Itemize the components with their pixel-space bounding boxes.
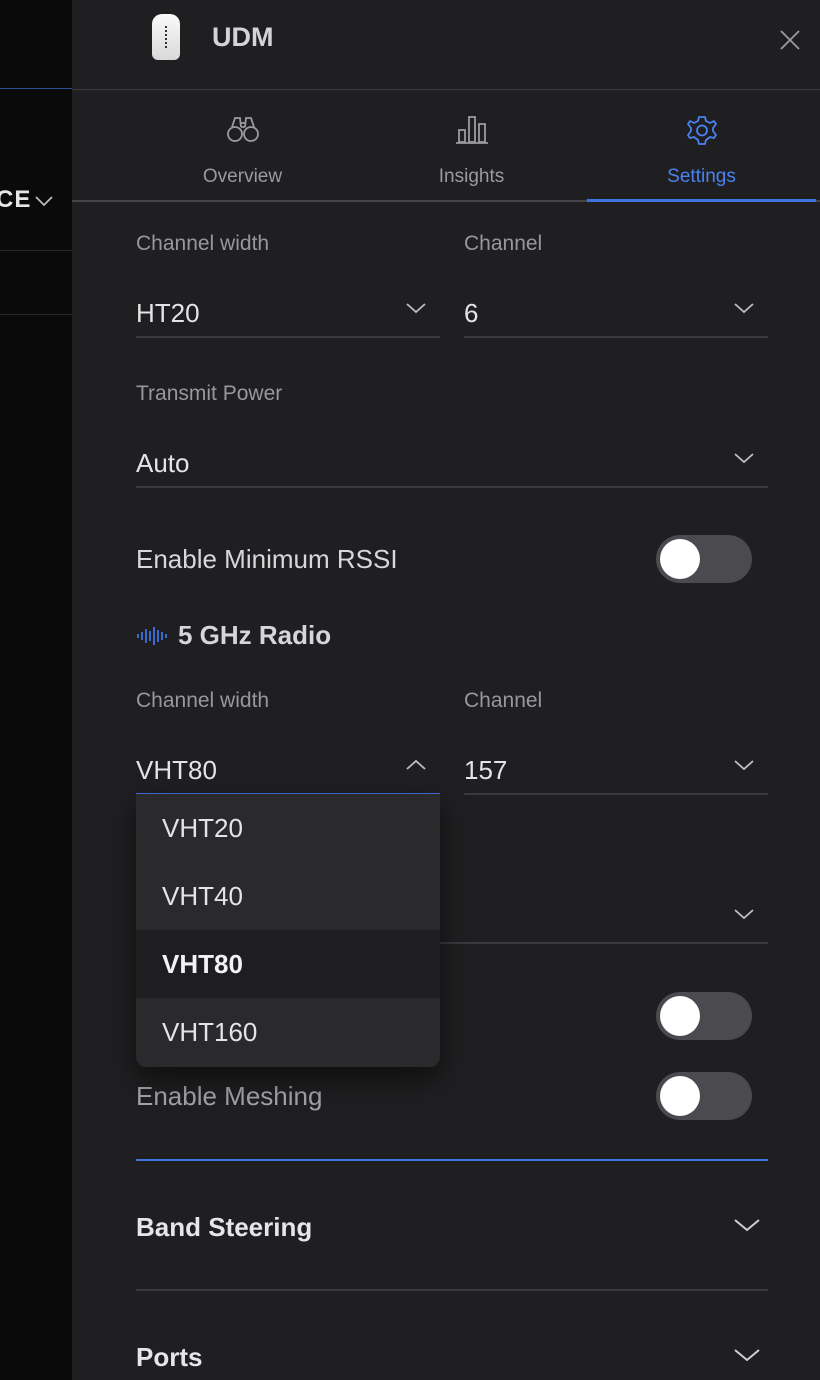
chevron-down-icon[interactable] [734, 1348, 760, 1362]
channel-select-5g[interactable]: 157 [464, 739, 768, 795]
select-value: 157 [464, 755, 508, 785]
device-image [152, 14, 180, 60]
min-rssi-toggle-5g[interactable] [656, 992, 752, 1040]
device-properties-panel: UDM Overview Insights Settings Channel w… [72, 0, 820, 1380]
channel-label: Channel [464, 232, 543, 255]
dropdown-option-vht160[interactable]: VHT160 [136, 998, 440, 1066]
chevron-down-icon [734, 453, 754, 464]
transmit-power-select-2g[interactable]: Auto [136, 432, 768, 488]
select-value: HT20 [136, 298, 200, 328]
tab-settings[interactable]: Settings [587, 90, 816, 202]
chevron-down-icon[interactable] [734, 1218, 760, 1232]
chevron-down-icon [734, 909, 754, 920]
radio-wave-icon [137, 626, 167, 645]
dropdown-option-vht40[interactable]: VHT40 [136, 862, 440, 930]
toggle-knob [660, 996, 700, 1036]
section-divider [136, 1289, 768, 1291]
background-divider [0, 314, 72, 315]
meshing-label: Enable Meshing [136, 1081, 323, 1111]
chevron-down-icon [406, 303, 426, 314]
ports-header[interactable]: Ports [136, 1342, 202, 1373]
min-rssi-label: Enable Minimum RSSI [136, 544, 398, 574]
device-title: UDM [212, 22, 274, 52]
background-partial-text: CE [0, 186, 32, 213]
section-divider [136, 1159, 768, 1161]
tab-label: Settings [667, 166, 736, 187]
background-divider [0, 88, 72, 89]
toggle-knob [660, 1076, 700, 1116]
tab-insights[interactable]: Insights [357, 90, 586, 200]
meshing-toggle[interactable] [656, 1072, 752, 1120]
channel-select-2g[interactable]: 6 [464, 282, 768, 338]
chevron-down-icon [734, 303, 754, 314]
chevron-down-icon [734, 760, 754, 771]
panel-header: UDM [72, 0, 820, 90]
tab-label: Insights [438, 166, 505, 187]
select-value: VHT80 [136, 755, 217, 785]
radio-5g-header: 5 GHz Radio [136, 620, 331, 651]
band-steering-header[interactable]: Band Steering [136, 1212, 312, 1243]
transmit-power-label: Transmit Power [136, 382, 283, 405]
background-page: CE [0, 0, 72, 1380]
background-divider [0, 250, 72, 251]
tab-overview[interactable]: Overview [128, 90, 357, 200]
tab-bar: Overview Insights Settings [72, 90, 820, 202]
binoculars-icon [226, 117, 259, 142]
min-rssi-toggle-2g[interactable] [656, 535, 752, 583]
dropdown-option-vht20[interactable]: VHT20 [136, 794, 440, 862]
channel-width-label: Channel width [136, 232, 270, 255]
channel-width-select-2g[interactable]: HT20 [136, 282, 440, 338]
channel-width-label: Channel width [136, 689, 270, 712]
gear-icon [686, 116, 717, 145]
toggle-knob [660, 539, 700, 579]
channel-width-dropdown-menu: VHT20 VHT40 VHT80 VHT160 [136, 794, 440, 1067]
bar-chart-icon [455, 116, 488, 144]
active-tab-indicator [587, 199, 816, 202]
channel-label: Channel [464, 689, 543, 712]
channel-width-select-5g[interactable]: VHT80 [136, 739, 440, 795]
chevron-down-icon [35, 196, 53, 207]
dropdown-option-vht80[interactable]: VHT80 [136, 930, 440, 998]
chevron-up-icon [406, 759, 426, 770]
select-value: Auto [136, 448, 190, 478]
section-title: 5 GHz Radio [178, 620, 332, 650]
tab-label: Overview [202, 166, 283, 187]
close-icon[interactable] [778, 28, 802, 52]
select-value: 6 [464, 298, 479, 328]
